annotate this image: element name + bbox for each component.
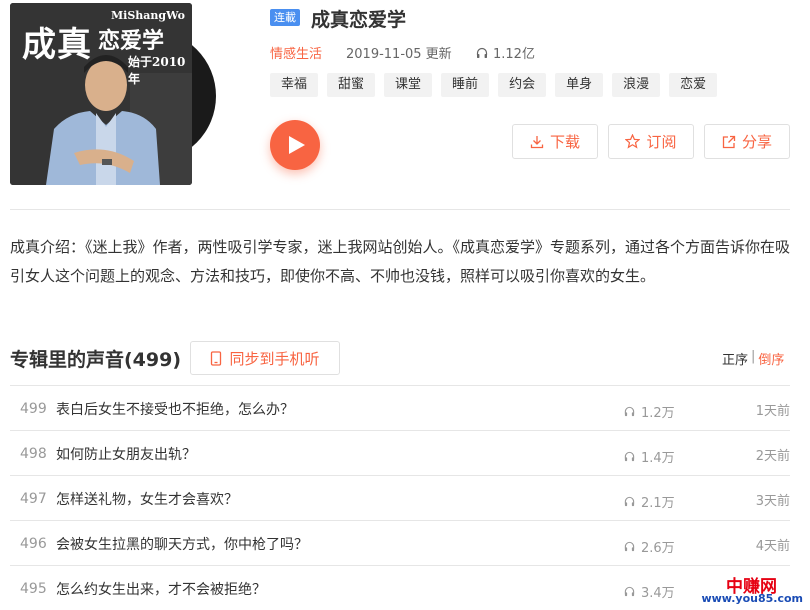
tag-item[interactable]: 约会 (498, 73, 547, 97)
sort-toggle: 正序 | 倒序 (722, 349, 784, 368)
headphones-icon (624, 586, 635, 597)
track-title[interactable]: 怎样送礼物，女生才会喜欢？ (56, 489, 238, 509)
subscribe-label: 订阅 (646, 133, 677, 151)
track-row[interactable]: 499 表白后女生不接受也不拒绝，怎么办？ 1.2万 1天前 (10, 386, 790, 431)
tag-item[interactable]: 单身 (555, 73, 604, 97)
track-time: 2天前 (755, 449, 790, 464)
sync-label: 同步到手机听 (229, 349, 320, 368)
track-row[interactable]: 498 如何防止女朋友出轨？ 1.4万 2天前 (10, 431, 790, 476)
track-number: 499 (20, 401, 47, 417)
sort-separator: | (751, 349, 756, 364)
sync-to-phone-button[interactable]: 同步到手机听 (190, 341, 340, 375)
phone-icon (211, 350, 222, 366)
headphones-icon (624, 451, 635, 462)
share-button[interactable]: 分享 (704, 124, 790, 159)
update-date: 2019-11-05 更新 (346, 47, 452, 62)
share-icon (722, 135, 736, 148)
track-number: 495 (20, 581, 47, 597)
track-play-count-value: 2.6万 (641, 541, 675, 556)
headphones-icon (624, 406, 635, 417)
track-time: 1天前 (755, 404, 790, 419)
album-intro: 成真介绍：《迷上我》作者，两性吸引学专家，迷上我网站创始人。《成真恋爱学》专题系… (10, 238, 791, 285)
track-title[interactable]: 会被女生拉黑的聊天方式，你中枪了吗？ (56, 534, 308, 554)
track-row[interactable]: 497 怎样送礼物，女生才会喜欢？ 2.1万 3天前 (10, 476, 790, 521)
sort-ascending-link[interactable]: 正序 (722, 349, 748, 368)
track-row[interactable]: 496 会被女生拉黑的聊天方式，你中枪了吗？ 2.6万 4天前 (10, 521, 790, 566)
track-play-count-value: 2.1万 (641, 496, 675, 511)
cover-title-sub: 恋爱学 (98, 28, 165, 54)
tag-item[interactable]: 甜蜜 (327, 73, 376, 97)
track-play-count: 2.6万 (624, 537, 675, 556)
track-time: 4天前 (755, 539, 790, 554)
section-divider (10, 209, 790, 210)
download-label: 下载 (549, 133, 580, 151)
tag-item[interactable]: 幸福 (270, 73, 319, 97)
track-play-count-value: 1.4万 (641, 451, 675, 466)
track-play-count: 3.4万 (624, 582, 675, 601)
play-all-button[interactable] (270, 120, 320, 170)
site-watermark: 中赚网 www.you85.com (701, 570, 805, 606)
track-list-title: 专辑里的声音(499) (10, 349, 182, 371)
track-time: 3天前 (755, 494, 790, 509)
share-label: 分享 (741, 133, 772, 151)
subscribe-button[interactable]: 订阅 (608, 124, 694, 159)
play-icon (289, 136, 305, 154)
sort-descending-link[interactable]: 倒序 (758, 349, 784, 368)
download-icon (530, 135, 544, 148)
tag-item[interactable]: 课堂 (384, 73, 433, 97)
cover-since-text: 始于2010年 (128, 55, 186, 86)
download-button[interactable]: 下载 (512, 124, 598, 159)
album-cover[interactable]: MiShangWo 成真 恋爱学 始于2010年 (10, 3, 192, 185)
tag-item[interactable]: 恋爱 (669, 73, 718, 97)
headphones-icon (476, 47, 488, 58)
star-icon (625, 134, 641, 149)
album-play-count: 1.12亿 (476, 43, 535, 62)
watermark-text-bottom: www.you85.com (701, 592, 803, 605)
track-title[interactable]: 表白后女生不接受也不拒绝，怎么办？ (56, 399, 294, 419)
tag-item[interactable]: 浪漫 (612, 73, 661, 97)
headphones-icon (624, 541, 635, 552)
track-row[interactable]: 495 怎么约女生出来，才不会被拒绝？ 3.4万 (10, 566, 790, 610)
album-title: 成真恋爱学 (311, 9, 407, 31)
track-play-count: 1.2万 (624, 402, 675, 421)
tag-list: 幸福 甜蜜 课堂 睡前 约会 单身 浪漫 恋爱 (270, 73, 726, 97)
headphones-icon (624, 496, 635, 507)
track-play-count: 1.4万 (624, 447, 675, 466)
cover-title-main: 成真 (22, 25, 92, 65)
track-number: 496 (20, 536, 47, 552)
track-play-count-value: 3.4万 (641, 586, 675, 601)
track-number: 498 (20, 446, 47, 462)
track-list: 499 表白后女生不接受也不拒绝，怎么办？ 1.2万 1天前 498 如何防止女… (10, 385, 790, 610)
serial-badge: 连載 (270, 9, 300, 26)
track-number: 497 (20, 491, 47, 507)
track-title[interactable]: 怎么约女生出来，才不会被拒绝？ (56, 579, 266, 599)
track-play-count: 2.1万 (624, 492, 675, 511)
album-play-count-value: 1.12亿 (493, 47, 535, 62)
tag-item[interactable]: 睡前 (441, 73, 490, 97)
cover-brand-text: MiShangWo (111, 9, 185, 22)
track-play-count-value: 1.2万 (641, 406, 675, 421)
track-title[interactable]: 如何防止女朋友出轨？ (56, 444, 196, 464)
category-link[interactable]: 情感生活 (270, 43, 322, 62)
